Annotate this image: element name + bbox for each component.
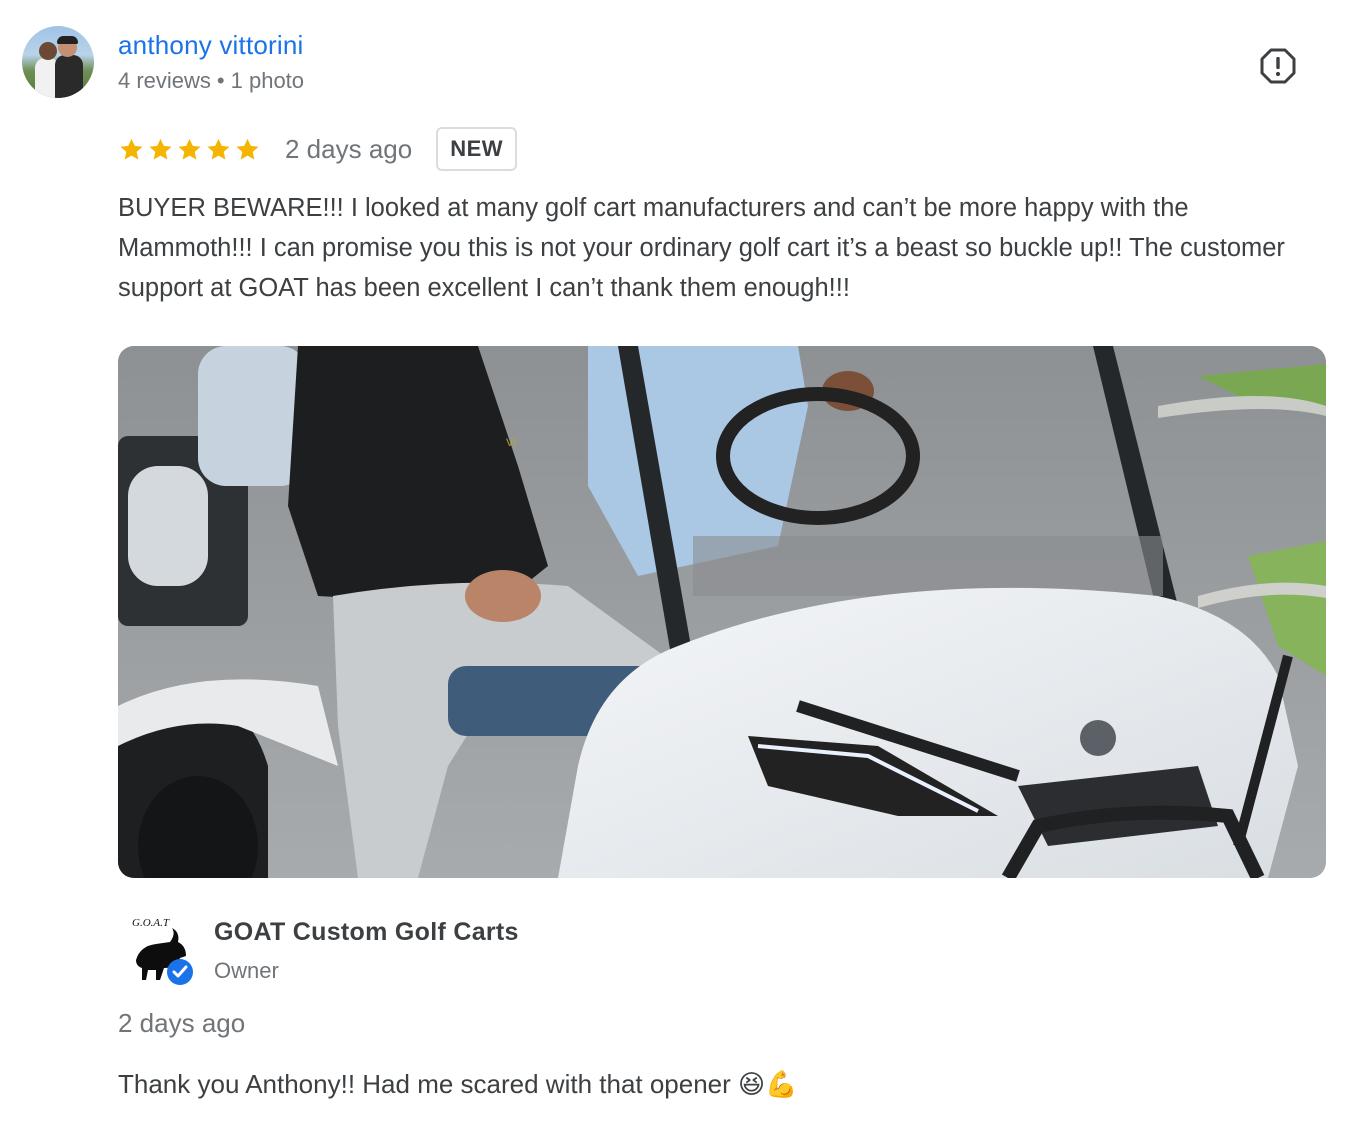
star-icon bbox=[207, 138, 230, 160]
reviewer-name-link[interactable]: anthony vittorini bbox=[118, 30, 304, 61]
owner-role: Owner bbox=[214, 958, 279, 983]
reviewer-photo-count: 1 photo bbox=[230, 68, 305, 93]
star-icon bbox=[178, 138, 201, 160]
reviewer-review-count: 4 reviews bbox=[118, 68, 211, 93]
meta-separator: • bbox=[216, 68, 225, 93]
rating-row: 2 days ago NEW bbox=[118, 126, 518, 172]
star-icon bbox=[120, 138, 143, 160]
owner-logo-lettering: G.O.A.T bbox=[132, 917, 170, 929]
review-photo[interactable]: VI bbox=[118, 346, 1326, 878]
review-time: 2 days ago bbox=[285, 133, 413, 164]
new-badge: NEW bbox=[436, 127, 518, 171]
star-rating bbox=[118, 136, 261, 163]
reviewer-meta: 4 reviews • 1 photo bbox=[118, 68, 304, 94]
star-icon bbox=[236, 138, 259, 160]
review-text: BUYER BEWARE!!! I looked at many golf ca… bbox=[118, 194, 1285, 302]
svg-text:VI: VI bbox=[506, 437, 516, 449]
owner-logo[interactable]: G.O.A.T bbox=[126, 912, 198, 988]
golf-cart-photo-image: VI bbox=[118, 346, 1326, 878]
reply-time: 2 days ago bbox=[118, 1008, 246, 1038]
star-icon bbox=[149, 138, 172, 160]
owner-name[interactable]: GOAT Custom Golf Carts bbox=[214, 918, 519, 947]
flag-report-icon[interactable] bbox=[1259, 47, 1297, 85]
avatar-head-1 bbox=[39, 42, 57, 60]
avatar-person-2 bbox=[55, 55, 83, 98]
avatar-cap bbox=[57, 36, 78, 44]
reply-text: Thank you Anthony!! Had me scared with t… bbox=[118, 1069, 798, 1099]
reviewer-avatar[interactable] bbox=[22, 26, 94, 98]
